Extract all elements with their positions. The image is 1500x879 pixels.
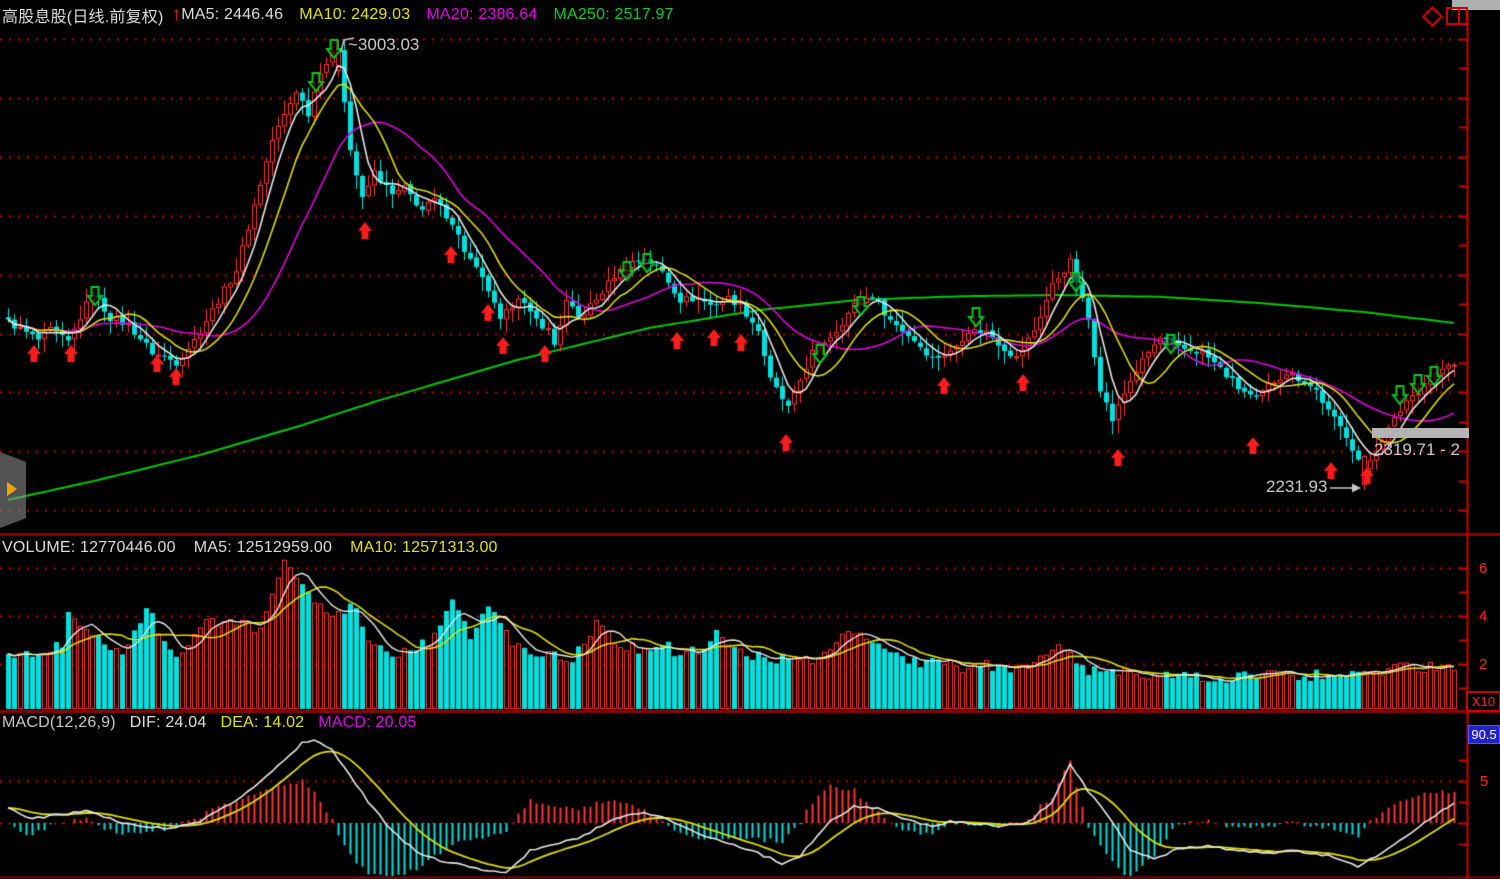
- macd-axis-tick-50: 5: [1480, 773, 1488, 790]
- expand-right-icon: [7, 482, 17, 496]
- macd-name: MACD(12,26,9): [2, 714, 116, 732]
- dea-value: DEA: 14.02: [220, 714, 304, 732]
- vol-axis-tick-4: 4: [1479, 608, 1487, 625]
- chart-canvas[interactable]: [0, 0, 1500, 879]
- volume-ma10-value: MA10: 12571313.00: [350, 539, 498, 557]
- up-arrow-icon: ↑: [172, 7, 182, 23]
- ma5-value: MA5: 2446.46: [181, 6, 283, 24]
- stock-title: 高股息股(日线.前复权): [2, 3, 164, 27]
- macd-value: MACD: 20.05: [318, 714, 416, 732]
- low-price-annotation: 2231.93: [1266, 477, 1327, 497]
- macd-header: MACD(12,26,9) DIF: 24.04 DEA: 14.02 MACD…: [2, 714, 417, 732]
- window-panes-icon[interactable]: [1446, 7, 1468, 25]
- ma10-value: MA10: 2429.03: [299, 6, 410, 24]
- window-pane-divider: [1458, 9, 1460, 23]
- vol-unit-box: X10: [1466, 691, 1500, 712]
- volume-header: VOLUME: 12770446.00 MA5: 12512959.00 MA1…: [2, 539, 498, 557]
- level-band-bar: [1372, 428, 1469, 438]
- peak-price-annotation: ~3003.03: [348, 35, 419, 55]
- vol-axis-tick-6: 6: [1479, 560, 1487, 577]
- macd-current-value-box: 90.5: [1468, 725, 1500, 744]
- level-band-label: 2319.71 - 2: [1374, 440, 1460, 460]
- price-header: 高股息股(日线.前复权) ↑ MA5: 2446.46 MA10: 2429.0…: [2, 3, 674, 27]
- trading-app-root: { "header": { "title": "高股息股(日线.前复权)", "…: [0, 0, 1500, 879]
- sidebar-expander-flap[interactable]: [0, 452, 26, 528]
- volume-ma5-value: MA5: 12512959.00: [194, 539, 332, 557]
- dif-value: DIF: 24.04: [130, 714, 207, 732]
- vol-axis-tick-2: 2: [1479, 656, 1487, 673]
- ma20-value: MA20: 2386.64: [426, 6, 537, 24]
- ma250-value: MA250: 2517.97: [554, 6, 674, 24]
- volume-value: VOLUME: 12770446.00: [2, 539, 176, 557]
